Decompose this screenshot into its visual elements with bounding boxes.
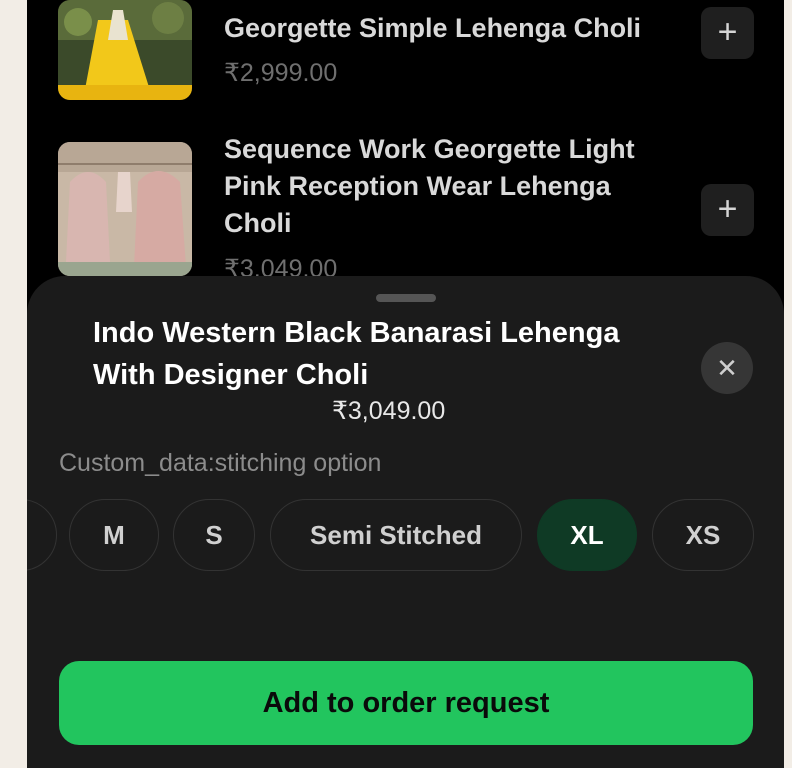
product-list-item[interactable]: Georgette Simple Lehenga Choli ₹2,999.00…	[27, 0, 784, 110]
stitching-option-label: Custom_data:stitching option	[59, 449, 382, 477]
product-price: ₹2,999.00	[224, 59, 338, 87]
add-to-order-request-button[interactable]: Add to order request	[59, 661, 753, 745]
option-chip-xl[interactable]: XL	[537, 499, 637, 571]
sheet-product-price: ₹3,049.00	[332, 397, 446, 425]
plus-icon: +	[717, 190, 738, 228]
app-screen: Georgette Simple Lehenga Choli ₹2,999.00…	[27, 0, 784, 768]
close-button[interactable]: ✕	[701, 342, 753, 394]
add-product-button[interactable]: +	[701, 7, 754, 59]
option-chip-m[interactable]: M	[69, 499, 159, 571]
product-thumbnail[interactable]	[58, 0, 192, 100]
close-icon: ✕	[716, 353, 738, 383]
product-title: Georgette Simple Lehenga Choli	[224, 13, 642, 43]
option-chip-xs[interactable]: XS	[652, 499, 754, 571]
product-options-sheet: Indo Western Black Banarasi Lehenga With…	[27, 276, 784, 768]
product-title: Sequence Work Georgette Light Pink Recep…	[224, 134, 635, 238]
sheet-drag-handle[interactable]	[376, 294, 436, 302]
plus-icon: +	[717, 13, 738, 51]
option-chip-s[interactable]: S	[173, 499, 255, 571]
add-product-button[interactable]: +	[701, 184, 754, 236]
option-chip-semi-stitched[interactable]: Semi Stitched	[270, 499, 522, 571]
product-list-item[interactable]: Sequence Work Georgette Light Pink Recep…	[27, 134, 784, 283]
sheet-product-title: Indo Western Black Banarasi Lehenga With…	[93, 317, 620, 391]
option-chip-partial[interactable]	[27, 499, 57, 571]
product-thumbnail[interactable]	[58, 142, 192, 276]
